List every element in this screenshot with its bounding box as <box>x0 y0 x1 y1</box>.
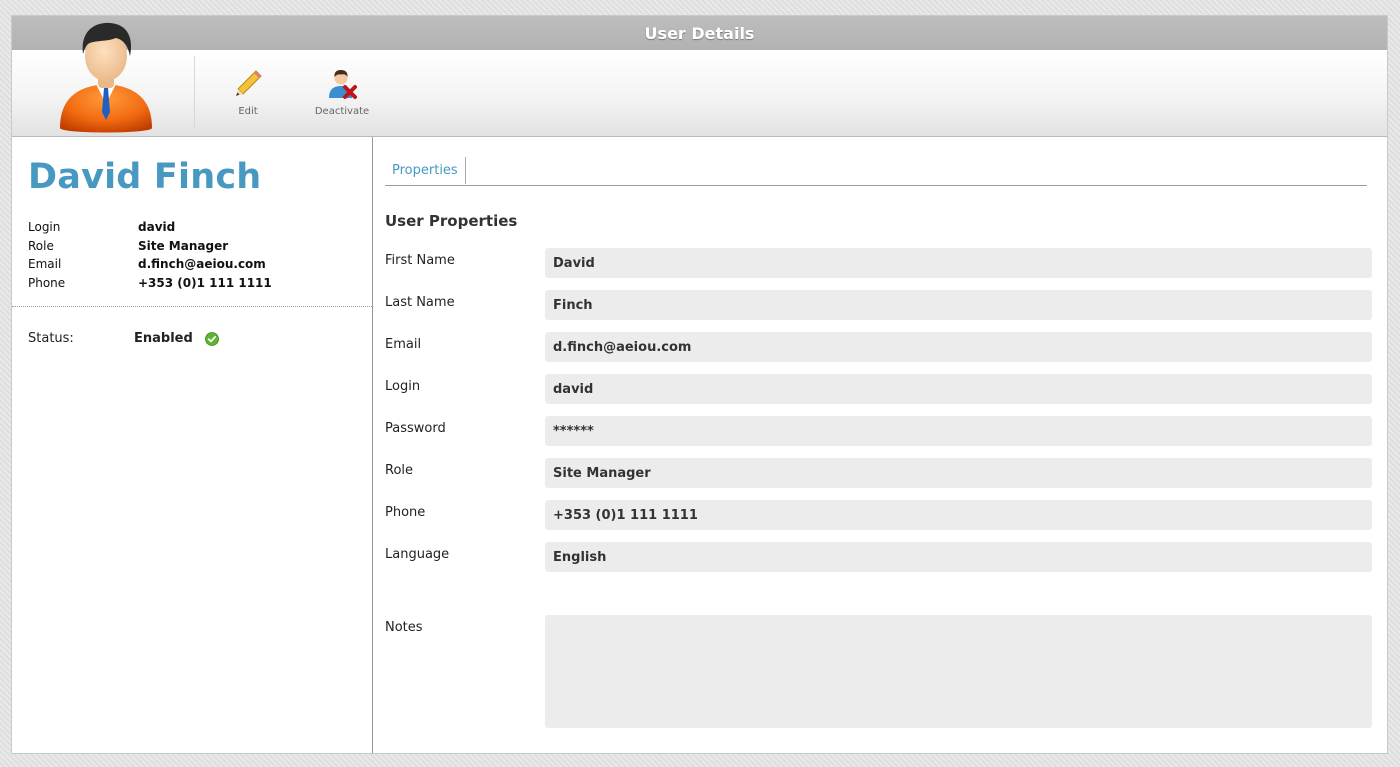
user-summary-panel: David Finch Login david Role Site Manage… <box>12 137 373 753</box>
pencil-icon <box>236 70 262 96</box>
user-name-heading: David Finch <box>28 157 262 197</box>
language-label: Language <box>385 547 450 562</box>
role-field[interactable]: Site Manager <box>545 458 1372 488</box>
section-title: User Properties <box>385 212 518 230</box>
summary-divider <box>12 306 372 307</box>
first-name-field[interactable]: David <box>545 248 1372 278</box>
summary-label: Login <box>28 220 61 235</box>
phone-field[interactable]: +353 (0)1 111 1111 <box>545 500 1372 530</box>
summary-row-role: Role Site Manager <box>28 237 272 256</box>
tab-bar: Properties <box>385 157 1367 186</box>
notes-label: Notes <box>385 620 423 635</box>
toolbar-divider <box>194 56 195 130</box>
edit-label: Edit <box>238 106 258 117</box>
last-name-label: Last Name <box>385 295 455 310</box>
summary-row-phone: Phone +353 (0)1 111 1111 <box>28 274 272 293</box>
status-label: Status: <box>28 331 74 346</box>
summary-row-login: Login david <box>28 218 272 237</box>
summary-value: Site Manager <box>138 238 229 253</box>
summary-label: Role <box>28 238 54 253</box>
user-avatar-icon <box>60 22 152 133</box>
check-circle-icon <box>204 331 219 346</box>
summary-label: Phone <box>28 275 66 290</box>
summary-value: david <box>138 220 176 235</box>
language-field[interactable]: English <box>545 542 1372 572</box>
user-details-window: User Details Edit Deactivate David Finch… <box>11 15 1388 754</box>
status-row: Status: Enabled <box>28 331 219 346</box>
summary-value: +353 (0)1 111 1111 <box>138 275 272 290</box>
email-label: Email <box>385 337 422 352</box>
summary-value: d.finch@aeiou.com <box>138 257 266 272</box>
user-summary-table: Login david Role Site Manager Email d.fi… <box>28 218 272 292</box>
edit-button[interactable]: Edit <box>226 68 270 117</box>
user-remove-icon <box>329 70 357 99</box>
deactivate-button[interactable]: Deactivate <box>310 68 374 117</box>
first-name-label: First Name <box>385 253 455 268</box>
deactivate-label: Deactivate <box>314 106 370 117</box>
role-label: Role <box>385 463 414 478</box>
window-title: User Details <box>12 16 1387 50</box>
phone-label: Phone <box>385 505 426 520</box>
summary-label: Email <box>28 257 62 272</box>
tab-properties[interactable]: Properties <box>385 157 466 184</box>
status-value: Enabled <box>134 331 193 346</box>
email-field[interactable]: d.finch@aeiou.com <box>545 332 1372 362</box>
password-label: Password <box>385 421 446 436</box>
login-label: Login <box>385 379 421 394</box>
notes-field[interactable] <box>545 615 1372 728</box>
login-field[interactable]: david <box>545 374 1372 404</box>
summary-row-email: Email d.finch@aeiou.com <box>28 255 272 274</box>
last-name-field[interactable]: Finch <box>545 290 1372 320</box>
toolbar: Edit Deactivate <box>12 22 1387 137</box>
password-field[interactable]: ****** <box>545 416 1372 446</box>
properties-panel: Properties User Properties First Name Da… <box>385 137 1387 753</box>
